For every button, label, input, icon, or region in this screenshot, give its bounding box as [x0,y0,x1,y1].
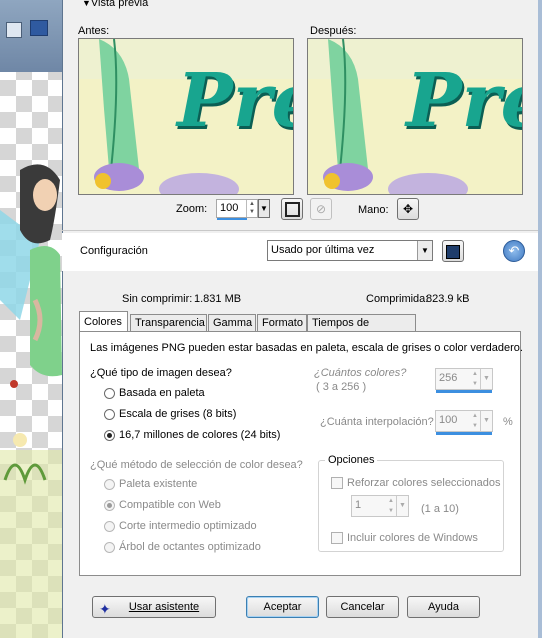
radio-median-cut-label: Corte intermedio optimizado [119,520,257,532]
radio-palette[interactable] [104,388,115,399]
include-windows-checkbox[interactable] [331,532,343,544]
interpolation-dropdown-icon[interactable]: ▼ [480,411,492,431]
colors-range: ( 3 a 256 ) [316,381,367,393]
reinforce-range: (1 a 10) [421,503,459,515]
reinforce-checkbox[interactable] [331,477,343,489]
uncompressed-value: 1.831 MB [194,293,242,305]
radio-palette-label: Basada en paleta [119,387,205,399]
compressed-value: 823.9 kB [426,293,470,305]
tab-tiempos-descarga[interactable]: Tiempos de descarga [307,314,416,346]
interpolation-label: ¿Cuánta interpolación? [320,416,434,428]
save-preset-button[interactable] [442,240,464,262]
config-label: Configuración [80,245,148,257]
reinforce-value: 1 [355,499,362,511]
radio-octree[interactable] [104,542,115,553]
collapse-triangle-icon: ▼ [82,0,91,8]
preview-section-header[interactable]: ▼Vista previa [82,0,148,10]
radio-truecolor-label: 16,7 millones de colores (24 bits) [119,429,281,441]
radio-median-cut[interactable] [104,521,115,532]
radio-web-safe[interactable] [104,500,115,511]
radio-truecolor[interactable] [104,430,115,441]
reinforce-dropdown-icon[interactable]: ▼ [396,496,408,516]
radio-octree-label: Árbol de octantes optimizado [119,541,261,553]
tab-transparencia[interactable]: Transparencia [130,314,207,331]
reinforce-label: Reforzar colores seleccionados [347,477,501,489]
save-icon [446,245,460,259]
tab-gamma[interactable]: Gamma [208,314,256,331]
chevron-down-icon: ▼ [417,241,432,260]
help-button[interactable]: Ayuda [407,596,480,618]
undo-icon: ↶ [508,243,520,258]
before-preview-text: Pre [177,58,293,144]
png-description: Las imágenes PNG pueden estar basadas en… [90,342,523,354]
before-label: Antes: [78,25,110,37]
hand-label: Mano: [358,204,389,216]
after-preview-text: Pre [406,58,522,144]
zoom-dropdown-button[interactable]: ▼ [258,199,270,218]
zoom-value: 100 [220,202,239,214]
wizard-wand-icon: ✦ [99,601,111,617]
pan-button[interactable]: ✥ [397,198,419,220]
radio-grayscale[interactable] [104,409,115,420]
toolbar-icon[interactable] [6,22,22,38]
after-label: Después: [310,25,357,37]
zoom-spinner[interactable]: ▲ ▼ [246,200,257,217]
colors-dropdown-icon[interactable]: ▼ [480,369,492,389]
tab-formato[interactable]: Formato [257,314,307,331]
radio-web-safe-label: Compatible con Web [119,499,221,511]
radio-grayscale-label: Escala de grises (8 bits) [119,408,237,420]
compressed-label: Comprimida: [366,293,429,305]
reinforce-spinner[interactable]: ▲ ▼ [386,496,396,516]
cancel-button[interactable]: Cancelar [326,596,399,618]
reinforce-input[interactable]: 1 ▲ ▼ ▼ [351,495,409,517]
tab-colores[interactable]: Colores [79,311,128,332]
zoom-fit-icon [284,202,300,217]
radio-existing-palette-label: Paleta existente [119,478,198,490]
window-border [538,0,542,638]
toolbar-icon[interactable] [30,20,48,36]
preset-select[interactable]: Usado por última vez ▼ [267,240,433,261]
include-windows-label: Incluir colores de Windows [347,532,478,544]
method-question: ¿Qué método de selección de color desea? [90,459,303,471]
fairy-illustration [0,164,62,638]
app-toolbar-strip [0,0,62,72]
separator [62,230,538,231]
zoom-slider-bar [217,218,247,220]
options-title: Opciones [325,454,378,466]
zoom-disabled-button[interactable]: ⊘ [310,198,332,220]
interpolation-value: 100 [439,414,458,426]
preset-value: Usado por última vez [271,244,375,256]
move-arrows-icon: ✥ [402,202,414,216]
colors-spinner[interactable]: ▲ ▼ [470,369,480,389]
interpolation-slider-bar [436,432,492,435]
interpolation-spinner[interactable]: ▲ ▼ [470,411,480,431]
zoom-input[interactable]: 100 ▲ ▼ [216,199,258,220]
preview-header-label: Vista previa [90,0,149,9]
magnifier-icon: ⊘ [315,202,327,216]
colors-slider-bar [436,390,492,393]
how-many-colors-label: ¿Cuántos colores? [314,367,407,379]
after-preview[interactable]: Pre [307,38,523,195]
reset-button[interactable]: ↶ [503,240,525,262]
uncompressed-label: Sin comprimir: [122,293,193,305]
colors-count-input[interactable]: 256 ▲ ▼ ▼ [435,368,493,393]
radio-existing-palette[interactable] [104,479,115,490]
interpolation-input[interactable]: 100 ▲ ▼ ▼ [435,410,493,435]
colors-count-value: 256 [439,372,458,384]
zoom-label: Zoom: [176,203,208,215]
before-preview[interactable]: Pre [78,38,294,195]
ok-button[interactable]: Aceptar [246,596,319,618]
image-type-question: ¿Qué tipo de imagen desea? [90,367,232,379]
zoom-fit-button[interactable] [281,198,303,220]
wizard-button[interactable]: ✦ Usar asistente [92,596,216,618]
interpolation-unit: % [503,416,513,428]
wizard-button-label: Usar asistente [128,601,200,613]
